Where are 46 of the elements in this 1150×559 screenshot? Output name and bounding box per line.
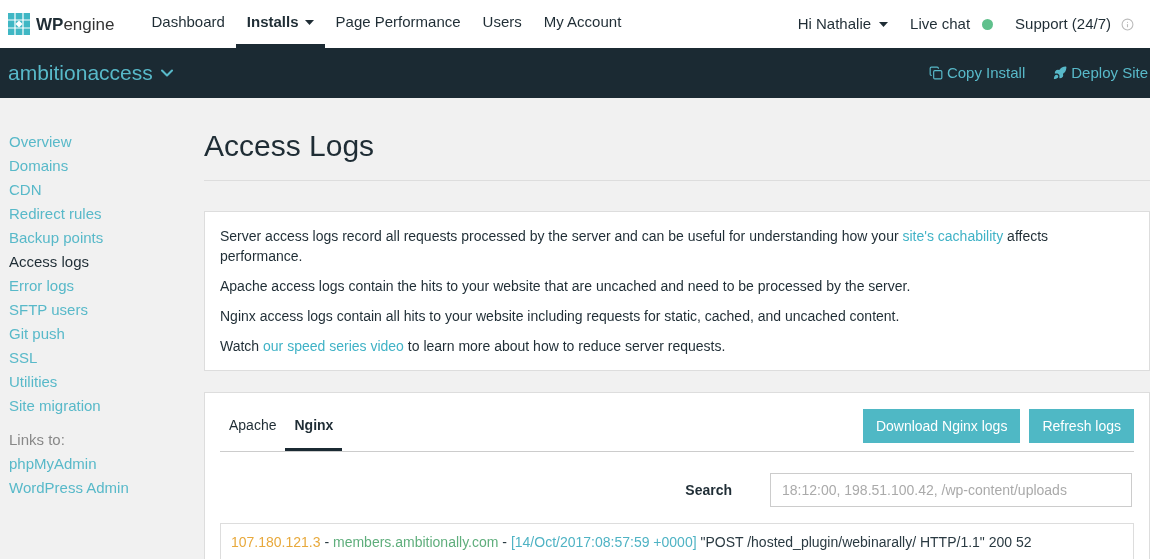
caret-icon <box>879 21 889 27</box>
log-line: 107.180.121.3 - members.ambitionally.com - [14/Oct/2017:08:57:59 +0000] "POST /hosted_plugin/webinarally/ HTTP/1.1" 200 52 <box>231 533 1033 552</box>
live-chat-link[interactable]: Live chat <box>910 12 994 36</box>
install-selector[interactable]: ambitionaccess <box>8 57 177 89</box>
sidebar-link[interactable]: Backup points <box>9 226 104 250</box>
sidebar-link[interactable]: Site migration <box>9 394 101 418</box>
info-paragraph: Apache access logs contain the hits to your website that are uncached and need to be processed by the server. <box>220 277 912 296</box>
logo[interactable]: WPengine <box>8 13 115 35</box>
rocket-icon <box>1053 66 1068 80</box>
sidebar-link[interactable]: Overview <box>9 130 72 154</box>
nav-link[interactable]: My Account <box>532 0 633 48</box>
info-paragraph: Nginx access logs contain all hits to your website including requests for static, cached, and uncached content. <box>220 307 901 326</box>
page-title: Access Logs <box>204 126 1150 181</box>
nav-link[interactable]: Dashboard <box>140 0 236 48</box>
sidebar-link[interactable]: Utilities <box>9 370 58 394</box>
logo-text: WPengine <box>36 15 115 33</box>
info-paragraph: Watch our speed series video to learn more about how to reduce server requests. <box>220 337 727 356</box>
search-label: Search <box>685 480 732 500</box>
user-menu[interactable]: Hi Nathalie <box>797 12 889 36</box>
search-field[interactable]: 18:12:00, 198.51.100.42, /wp-content/uploads <box>770 473 1132 507</box>
sidebar-link[interactable]: Redirect rules <box>9 202 102 226</box>
nav-link[interactable]: Users <box>471 0 533 48</box>
log-tab[interactable]: Apache <box>220 415 286 451</box>
text-link[interactable]: site's cachability <box>902 228 1004 244</box>
info-paragraph: Server access logs record all requests processed by the server and can be useful for understanding how your site's cachability affects performance. <box>220 227 1050 266</box>
sidebar-link[interactable]: SFTP users <box>9 298 88 322</box>
sidebar-link[interactable]: phpMyAdmin <box>9 452 97 476</box>
nav-link[interactable]: Page Performance <box>324 0 472 48</box>
sidebar-link[interactable]: Access logs <box>9 250 90 274</box>
support-link[interactable]: Support (24/7) <box>1015 12 1134 36</box>
links-heading: Links to: <box>9 430 65 450</box>
copy-icon <box>928 66 943 80</box>
sidebar-link[interactable]: Error logs <box>9 274 75 298</box>
log-action-button[interactable]: Refresh logs <box>1029 409 1134 443</box>
sidebar-link[interactable]: Git push <box>9 322 65 346</box>
sidebar-link[interactable]: WordPress Admin <box>9 476 129 500</box>
sidebar-link[interactable]: CDN <box>9 178 42 202</box>
sidebar-link[interactable]: SSL <box>9 346 38 370</box>
info-icon <box>1121 17 1134 31</box>
sidebar-link[interactable]: Domains <box>9 154 69 178</box>
deploy-site-link[interactable]: Deploy Site <box>1053 61 1148 85</box>
logo-grid-icon <box>8 13 30 35</box>
log-tab[interactable]: Nginx <box>285 415 343 451</box>
log-action-button[interactable]: Download Nginx logs <box>862 409 1021 443</box>
copy-install-link[interactable]: Copy Install <box>928 61 1026 85</box>
text-link[interactable]: our speed series video <box>263 338 404 354</box>
